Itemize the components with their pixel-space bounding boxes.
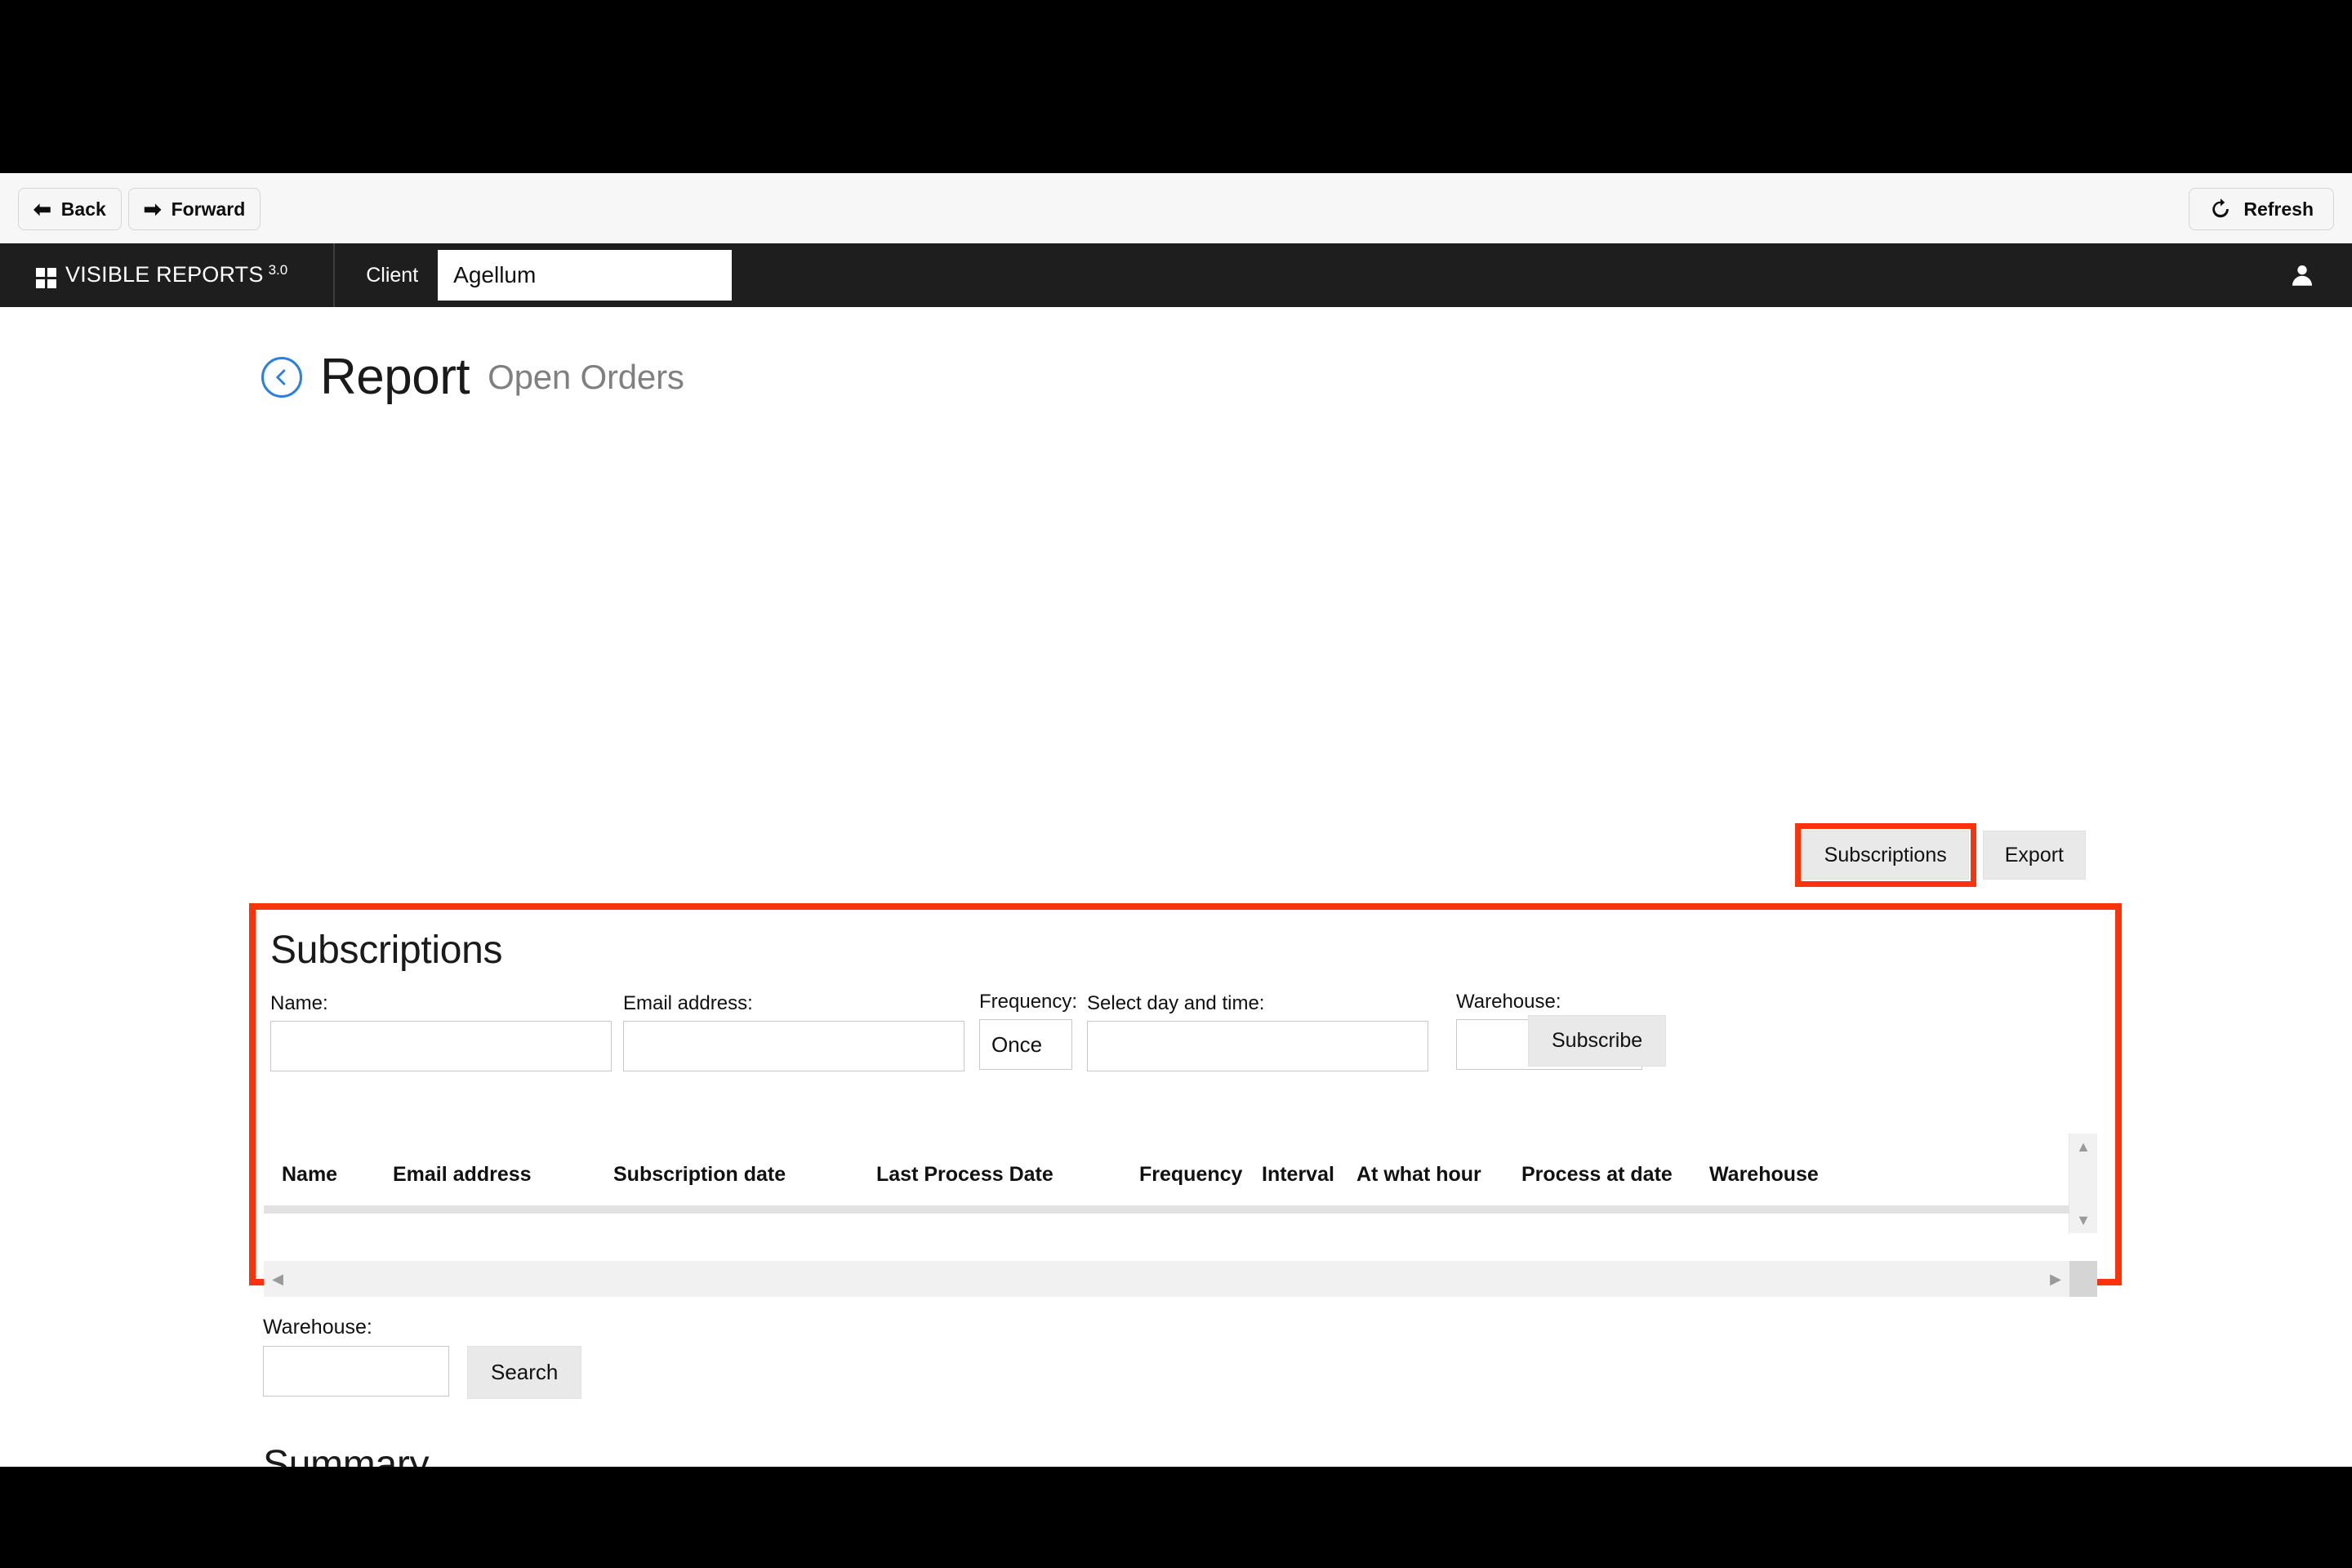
name-input[interactable] — [270, 1021, 612, 1071]
export-button[interactable]: Export — [1982, 831, 2086, 880]
triangle-right-icon[interactable]: ▶ — [2043, 1261, 2068, 1297]
subscriptions-table-body — [264, 1214, 2097, 1241]
subscribe-button[interactable]: Subscribe — [1528, 1015, 1667, 1067]
col-last-process-date: Last Process Date — [876, 1163, 1054, 1186]
daytime-input[interactable] — [1087, 1021, 1428, 1071]
subscriptions-button[interactable]: Subscriptions — [1802, 831, 1969, 880]
nav-history-group: ⬅ Back ➡ Forward — [18, 188, 261, 230]
warehouse-filter: Warehouse: Search — [263, 1316, 582, 1399]
page-content: Report Open Orders Subscriptions Export … — [0, 348, 2352, 1467]
subscriptions-panel: Subscriptions Name: Email address: Frequ… — [249, 903, 2122, 1297]
header-divider — [333, 243, 336, 307]
brand-version: 3.0 — [268, 262, 288, 278]
warehouse-label: Warehouse: — [1456, 991, 1561, 1013]
triangle-down-icon[interactable]: ▼ — [2069, 1210, 2097, 1230]
email-label: Email address: — [623, 992, 753, 1014]
user-icon[interactable] — [2288, 261, 2316, 289]
name-label: Name: — [270, 992, 328, 1014]
col-name: Name — [282, 1163, 338, 1186]
page-title-row: Report Open Orders — [261, 348, 2352, 406]
app-header: VISIBLE REPORTS 3.0 Client — [0, 243, 2352, 307]
report-actions: Subscriptions Export — [1794, 823, 2086, 887]
daytime-label: Select day and time: — [1087, 992, 1265, 1014]
arrow-right-icon: ➡ — [143, 197, 162, 221]
back-button-label: Back — [60, 198, 106, 220]
subscription-form: Name: Email address: Frequency: Once Sel… — [270, 991, 2115, 1074]
field-daytime: Select day and time: — [1087, 992, 1428, 1071]
page-title: Report — [320, 349, 470, 405]
screen: ⬅ Back ➡ Forward Refresh VISIBLE REPORTS… — [0, 0, 2352, 1568]
scrollbar-corner — [2069, 1261, 2097, 1297]
browser-navbar: ⬅ Back ➡ Forward Refresh — [0, 173, 2352, 243]
subscriptions-horizontal-scrollbar[interactable]: ◀ ▶ — [264, 1261, 2069, 1297]
client-label: Client — [366, 263, 419, 287]
col-email-address: Email address — [393, 1163, 532, 1186]
subscriptions-vertical-scrollbar[interactable]: ▲ ▼ — [2069, 1134, 2097, 1233]
filter-warehouse-label: Warehouse: — [263, 1316, 372, 1339]
frequency-label: Frequency: — [979, 991, 1078, 1013]
field-frequency: Frequency: Once — [979, 991, 1077, 1070]
field-name: Name: — [270, 992, 612, 1071]
refresh-button-label: Refresh — [2243, 198, 2314, 220]
refresh-icon — [2212, 198, 2230, 218]
brand-name: VISIBLE REPORTS — [65, 262, 264, 287]
frequency-select[interactable]: Once — [979, 1019, 1072, 1070]
circle-arrow-left-icon[interactable] — [261, 356, 302, 398]
col-interval: Interval — [1262, 1163, 1334, 1186]
col-warehouse: Warehouse — [1709, 1163, 1819, 1186]
back-button[interactable]: ⬅ Back — [18, 188, 122, 230]
grid-logo-icon — [36, 268, 56, 288]
refresh-button[interactable]: Refresh — [2189, 188, 2334, 230]
col-at-what-hour: At what hour — [1356, 1163, 1481, 1186]
forward-button[interactable]: ➡ Forward — [127, 188, 261, 230]
arrow-left-icon: ⬅ — [33, 197, 51, 221]
col-process-at-date: Process at date — [1521, 1163, 1673, 1186]
col-subscription-date: Subscription date — [613, 1163, 786, 1186]
col-frequency: Frequency — [1139, 1163, 1243, 1186]
filter-warehouse-input[interactable] — [263, 1346, 449, 1396]
subscriptions-heading: Subscriptions — [270, 929, 503, 972]
forward-button-label: Forward — [171, 198, 246, 220]
search-button[interactable]: Search — [467, 1346, 582, 1399]
page-subtitle: Open Orders — [488, 357, 684, 396]
triangle-up-icon[interactable]: ▲ — [2069, 1137, 2097, 1156]
client-input[interactable] — [438, 250, 733, 301]
summary-heading: Summary — [263, 1443, 430, 1467]
browser-viewport: ⬅ Back ➡ Forward Refresh VISIBLE REPORTS… — [0, 173, 2352, 1467]
triangle-left-icon[interactable]: ◀ — [265, 1261, 290, 1297]
subscriptions-table-header: Name Email address Subscription date Las… — [264, 1134, 2097, 1214]
field-email: Email address: — [623, 992, 964, 1071]
subscriptions-table: Name Email address Subscription date Las… — [264, 1134, 2097, 1297]
brand: VISIBLE REPORTS 3.0 — [36, 262, 287, 288]
email-input[interactable] — [623, 1021, 964, 1071]
subscriptions-highlight: Subscriptions — [1794, 823, 1976, 887]
